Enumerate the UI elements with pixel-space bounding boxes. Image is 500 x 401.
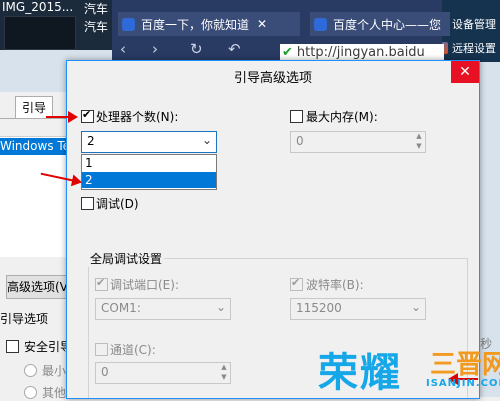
browser-window: 百度一下，你就知道 ✕ 百度个人中心——您 ‹ › ↻ ↶ ✔ http://j… [112,0,450,60]
tab-strip-divider [0,118,72,119]
tab-label: 百度个人中心——您 [333,17,442,32]
watermark-url: ISANJIN.COM [426,378,500,389]
boot-options-group-label: 引导选项 [0,312,49,326]
remote-settings-label: 远程设置 [452,42,496,55]
max-memory-value: 0 [296,134,304,148]
max-memory-spinner[interactable]: 0 ▲ ▼ [290,131,426,153]
chevron-down-icon: ⌄ [201,133,212,147]
dropdown-option[interactable]: 1 [82,155,216,171]
advanced-options-button[interactable]: 高级选项(V)... [6,275,84,299]
annotation-arrow [46,111,78,123]
radio-button[interactable] [24,386,37,399]
spin-down-icon[interactable]: ▼ [414,142,424,151]
url-text: http://jingyan.baidu [296,44,425,60]
spin-up-icon[interactable]: ▲ [414,132,424,141]
dropdown-option-selected[interactable]: 2 [82,172,216,188]
spin-down-icon[interactable]: ▼ [219,373,229,382]
processor-count-select[interactable]: 2 ⌄ [81,131,217,153]
debug-checkbox[interactable] [81,197,94,210]
desktop-item-b[interactable]: 汽车 [84,18,108,35]
channel-spinner[interactable]: 0 ▲ ▼ [95,362,231,384]
watermark-main: 荣耀 [318,350,402,396]
baud-rate-select[interactable]: 115200 ⌄ [290,298,426,320]
desktop-file-name[interactable]: IMG_2015... [2,0,73,14]
dialog-title-bar[interactable]: 引导高级选项 ✕ [67,61,479,89]
debug-port-select[interactable]: COM1: ⌄ [95,298,231,320]
desktop-file-thumbnail[interactable] [4,16,76,50]
processor-count-label: 处理器个数(N): [96,110,179,124]
tab-label: 百度一下，你就知道 [141,17,250,32]
remote-settings-shortcut[interactable]: 远程设置 [436,38,500,58]
baud-rate-value: 115200 [296,301,342,315]
processor-count-dropdown-list[interactable]: 1 2 [81,154,217,190]
processor-count-checkbox[interactable] [81,108,94,123]
channel-checkbox[interactable] [95,343,108,356]
processor-count-value: 2 [87,134,95,148]
max-memory-checkbox[interactable] [290,110,303,123]
baud-rate-checkbox[interactable] [290,276,303,291]
max-memory-label: 最大内存(M): [306,110,378,124]
baidu-paw-icon [314,17,327,31]
browser-tab-baidu[interactable]: 百度一下，你就知道 ✕ [118,12,300,36]
address-bar[interactable]: ✔ http://jingyan.baidu [280,44,444,60]
debug-port-label: 调试端口(E): [110,278,179,292]
device-manager-label: 设备管理 [452,18,496,31]
global-debug-title: 全局调试设置 [88,250,165,267]
browser-tab-baidu-center[interactable]: 百度个人中心——您 [310,12,450,36]
desktop-item-a[interactable]: 汽车 [84,0,108,17]
spin-up-icon[interactable]: ▲ [219,363,229,372]
close-icon[interactable]: ✕ [257,17,267,31]
watermark-logo: 荣耀 三晋网 ISANJIN.COM [318,340,500,397]
debug-port-checkbox[interactable] [95,276,108,291]
chevron-down-icon: ⌄ [215,300,226,314]
refresh-icon[interactable]: ↻ [190,40,203,58]
debug-label: 调试(D) [96,197,139,211]
forward-icon[interactable]: › [152,40,158,58]
list-item[interactable]: Windows Tech [0,138,72,155]
radio-button[interactable] [24,364,37,377]
debug-port-value: COM1: [101,301,141,315]
edge-text: 秒 [480,337,493,351]
undo-icon[interactable]: ↶ [228,40,241,58]
baud-rate-label: 波特率(B): [306,278,364,292]
dialog-title: 引导高级选项 [233,71,312,86]
back-icon[interactable]: ‹ [120,40,126,58]
close-button[interactable]: ✕ [451,61,479,83]
baidu-paw-icon [122,17,135,31]
chevron-down-icon: ⌄ [410,300,421,314]
secure-check-icon: ✔ [282,44,293,60]
channel-value: 0 [101,365,109,379]
checkbox-box[interactable] [6,340,19,353]
channel-label: 通道(C): [110,343,156,357]
